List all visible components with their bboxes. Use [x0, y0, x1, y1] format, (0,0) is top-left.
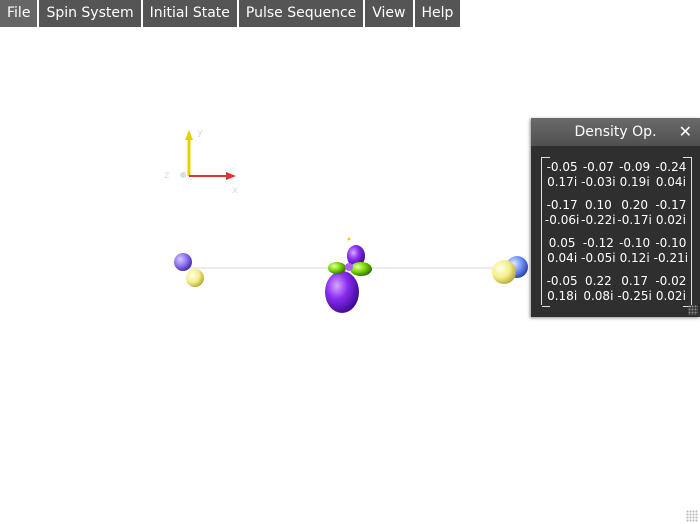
- menu-view[interactable]: View: [365, 0, 413, 27]
- menu-spin-system[interactable]: Spin System: [39, 0, 141, 27]
- x-axis-label: x: [232, 185, 238, 196]
- orbital-lobe-green-right: [350, 262, 372, 276]
- z-axis-label: z: [164, 170, 169, 181]
- cell-real: -0.05: [546, 160, 578, 174]
- matrix-cell: 0.05 0.04i: [544, 236, 580, 266]
- matrix-cell: -0.02 0.02i: [653, 274, 689, 304]
- orbital-lobe-green-left: [328, 262, 346, 274]
- cell-real: 0.05: [548, 236, 576, 250]
- matrix-cell: -0.17 -0.06i: [544, 198, 580, 228]
- panel-title: Density Op.: [574, 124, 657, 140]
- cell-real: -0.05: [546, 274, 578, 288]
- left-atom-violet[interactable]: [174, 253, 192, 271]
- axis-gizmo: y x z: [164, 127, 238, 196]
- menu-file[interactable]: File: [0, 0, 38, 27]
- cell-imag: 0.04i: [547, 251, 578, 265]
- matrix-cell: -0.10 0.12i: [617, 236, 653, 266]
- matrix-cell: 0.17 -0.25i: [617, 274, 653, 304]
- cell-real: -0.09: [619, 160, 651, 174]
- spin-orbital[interactable]: [325, 237, 372, 314]
- cell-imag: 0.02i: [655, 213, 686, 227]
- cell-real: -0.17: [655, 198, 687, 212]
- matrix-cell: -0.09 0.19i: [617, 160, 653, 190]
- cell-imag: 0.19i: [619, 175, 650, 189]
- matrix-cell: 0.20 -0.17i: [617, 198, 653, 228]
- cell-real: -0.07: [582, 160, 614, 174]
- cell-imag: 0.12i: [619, 251, 650, 265]
- x-axis-arrow: [226, 172, 236, 180]
- panel-header[interactable]: Density Op. ✕: [531, 118, 700, 146]
- cell-real: -0.12: [582, 236, 614, 250]
- cell-imag: 0.02i: [655, 289, 686, 303]
- matrix-cell: -0.07 -0.03i: [580, 160, 616, 190]
- cell-imag: -0.21i: [653, 251, 689, 265]
- cell-real: 0.22: [585, 274, 612, 288]
- cell-imag: -0.17i: [617, 213, 652, 227]
- cell-imag: 0.08i: [583, 289, 614, 303]
- menu-help[interactable]: Help: [414, 0, 461, 27]
- matrix-cell: -0.12 -0.05i: [580, 236, 616, 266]
- menu-initial-state[interactable]: Initial State: [142, 0, 237, 27]
- density-matrix: -0.05 0.17i -0.07 -0.03i -0.09 0.19i -0.24 0…: [541, 157, 692, 307]
- cell-imag: -0.25i: [617, 289, 652, 303]
- left-atom-yellow[interactable]: [186, 269, 204, 287]
- menu-pulse-sequence[interactable]: Pulse Sequence: [238, 0, 364, 27]
- cell-real: -0.02: [655, 274, 687, 288]
- matrix-cell: 0.10 -0.22i: [580, 198, 616, 228]
- cell-real: 0.17: [621, 274, 648, 288]
- matrix-cell: -0.24 0.04i: [653, 160, 689, 190]
- menu-bar: File Spin System Initial State Pulse Seq…: [0, 0, 461, 28]
- orbital-marker: [347, 237, 351, 241]
- cell-real: -0.17: [546, 198, 578, 212]
- cell-imag: 0.18i: [547, 289, 578, 303]
- cell-real: -0.10: [655, 236, 687, 250]
- y-axis-arrow: [185, 130, 193, 140]
- cell-real: -0.24: [655, 160, 687, 174]
- cell-imag: -0.06i: [544, 213, 580, 227]
- panel-resize-handle[interactable]: [688, 305, 698, 315]
- y-axis-label: y: [197, 127, 203, 138]
- cell-imag: 0.17i: [547, 175, 578, 189]
- window-resize-handle[interactable]: [686, 510, 698, 522]
- cell-real: 0.10: [585, 198, 612, 212]
- matrix-grid: -0.05 0.17i -0.07 -0.03i -0.09 0.19i -0.24 0…: [544, 160, 689, 304]
- density-operator-panel[interactable]: Density Op. ✕ -0.05 0.17i -0.07 -0.03i -0.…: [531, 118, 700, 317]
- orbital-lobe-bottom: [325, 271, 359, 313]
- matrix-cell: 0.22 0.08i: [580, 274, 616, 304]
- matrix-cell: -0.10 -0.21i: [653, 236, 689, 266]
- z-axis-dot: [180, 172, 186, 178]
- cell-real: 0.20: [621, 198, 648, 212]
- matrix-cell: -0.05 0.18i: [544, 274, 580, 304]
- matrix-cell: -0.17 0.02i: [653, 198, 689, 228]
- cell-imag: 0.04i: [655, 175, 686, 189]
- cell-imag: -0.03i: [581, 175, 616, 189]
- cell-real: -0.10: [619, 236, 651, 250]
- cell-imag: -0.05i: [581, 251, 616, 265]
- right-atom-yellow[interactable]: [492, 260, 516, 284]
- cell-imag: -0.22i: [581, 213, 616, 227]
- orbital-center: [345, 263, 353, 271]
- matrix-cell: -0.05 0.17i: [544, 160, 580, 190]
- close-icon[interactable]: ✕: [679, 118, 692, 146]
